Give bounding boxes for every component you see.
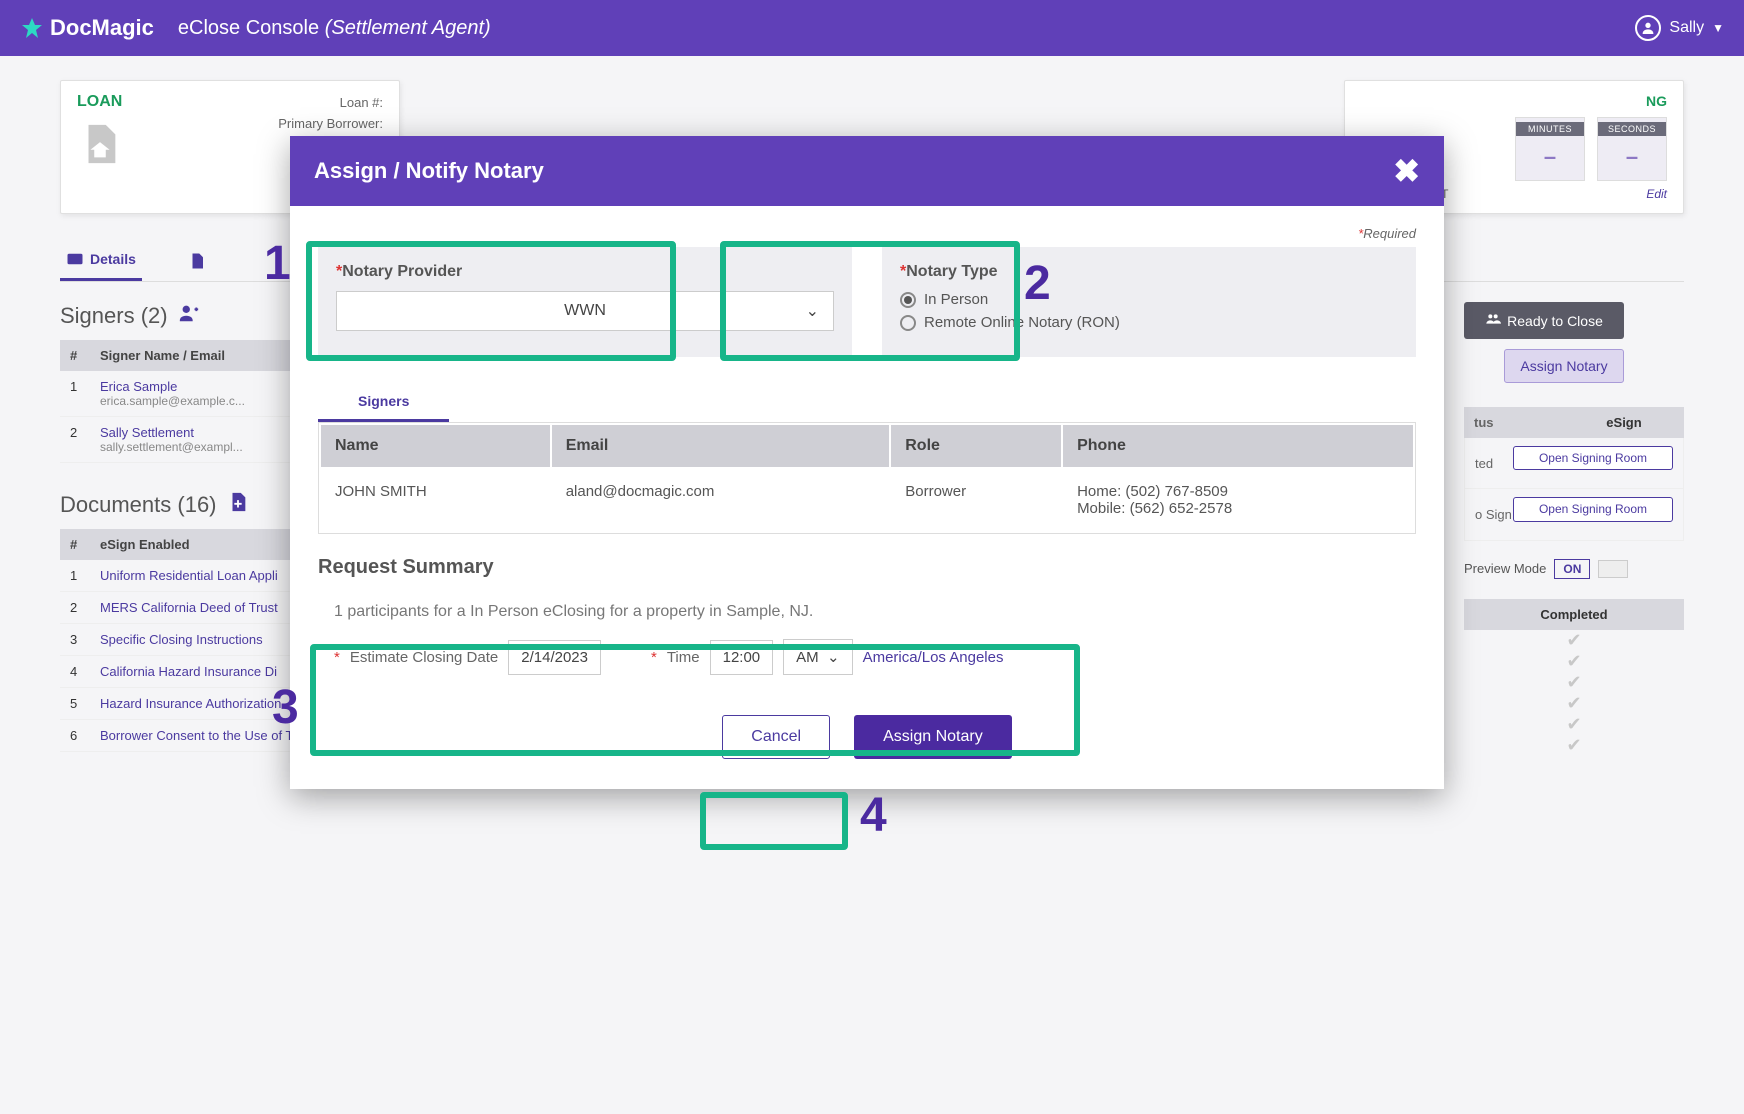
notary-provider-select[interactable]: WWN ⌄	[336, 291, 834, 331]
ready-to-close-button[interactable]: Ready to Close	[1464, 302, 1624, 339]
close-icon[interactable]: ✖	[1393, 152, 1420, 190]
check-icon: ✔	[1464, 672, 1684, 693]
table-row: JOHN SMITH aland@docmagic.com Borrower H…	[321, 469, 1413, 531]
timezone-link[interactable]: America/Los Angeles	[863, 649, 1004, 666]
chevron-down-icon: ⌄	[806, 301, 819, 321]
id-card-icon	[66, 250, 84, 268]
user-menu[interactable]: Sally ▼	[1635, 15, 1724, 41]
user-name: Sally	[1669, 19, 1704, 37]
annotation-number-4: 4	[860, 788, 887, 843]
cancel-button[interactable]: Cancel	[722, 715, 830, 759]
open-signing-room-button[interactable]: Open Signing Room	[1513, 446, 1673, 470]
required-note: *Required	[318, 226, 1416, 241]
minutes-tile: MINUTES –	[1515, 117, 1585, 181]
avatar-icon	[1635, 15, 1661, 41]
house-file-icon	[77, 121, 137, 178]
app-title: eClose Console (Settlement Agent)	[178, 17, 491, 40]
edit-link[interactable]: Edit	[1646, 187, 1667, 201]
check-icon: ✔	[1464, 651, 1684, 672]
open-signing-room-button[interactable]: Open Signing Room	[1513, 497, 1673, 521]
request-summary-title: Request Summary	[318, 556, 1416, 579]
check-icon: ✔	[1464, 630, 1684, 651]
notary-provider-box: *Notary Provider WWN ⌄	[318, 247, 852, 357]
document-icon	[188, 252, 206, 270]
modal-signers-table: Name Email Role Phone JOHN SMITH aland@d…	[318, 422, 1416, 534]
primary-borrower-label: Primary Borrower:	[278, 114, 383, 135]
request-summary-box: 1 participants for a In Person eClosing …	[318, 589, 1416, 689]
annotation-box-4	[700, 792, 848, 850]
check-icon: ✔	[1464, 693, 1684, 714]
add-signer-icon[interactable]	[178, 302, 200, 330]
toggle-track	[1598, 560, 1628, 578]
radio-icon	[900, 292, 916, 308]
brand-logo: DocMagic	[20, 15, 154, 41]
check-icon: ✔	[1464, 714, 1684, 735]
radio-icon	[900, 315, 916, 331]
modal-tab-signers[interactable]: Signers	[318, 383, 449, 422]
tab-documents[interactable]	[182, 240, 212, 281]
chevron-down-icon: ▼	[1712, 21, 1724, 35]
notary-type-box: *Notary Type In Person Remote Online Not…	[882, 247, 1416, 357]
seconds-tile: SECONDS –	[1597, 117, 1667, 181]
brand-text: DocMagic	[50, 15, 154, 41]
closing-heading: NG	[1361, 93, 1667, 109]
loan-no-label: Loan #:	[278, 93, 383, 114]
radio-in-person[interactable]: In Person	[900, 291, 1398, 308]
closing-date-input[interactable]: 2/14/2023	[508, 640, 601, 675]
check-icon: ✔	[1464, 735, 1684, 756]
assign-notary-modal: Assign / Notify Notary ✖ *Required *Nota…	[290, 136, 1444, 789]
assign-notary-submit-button[interactable]: Assign Notary	[854, 715, 1012, 759]
people-icon	[1485, 311, 1501, 330]
radio-ron[interactable]: Remote Online Notary (RON)	[900, 314, 1398, 331]
preview-mode-toggle[interactable]: Preview Mode ON	[1464, 559, 1684, 579]
star-icon	[20, 16, 44, 40]
ampm-select[interactable]: AM ⌄	[783, 639, 852, 675]
closing-time-input[interactable]: 12:00	[710, 640, 774, 675]
modal-title: Assign / Notify Notary	[314, 158, 544, 184]
top-bar: DocMagic eClose Console (Settlement Agen…	[0, 0, 1744, 56]
add-document-icon[interactable]	[227, 491, 249, 519]
assign-notary-button[interactable]: Assign Notary	[1504, 349, 1624, 383]
loan-heading: LOAN	[77, 93, 137, 111]
tab-details[interactable]: Details	[60, 240, 142, 281]
